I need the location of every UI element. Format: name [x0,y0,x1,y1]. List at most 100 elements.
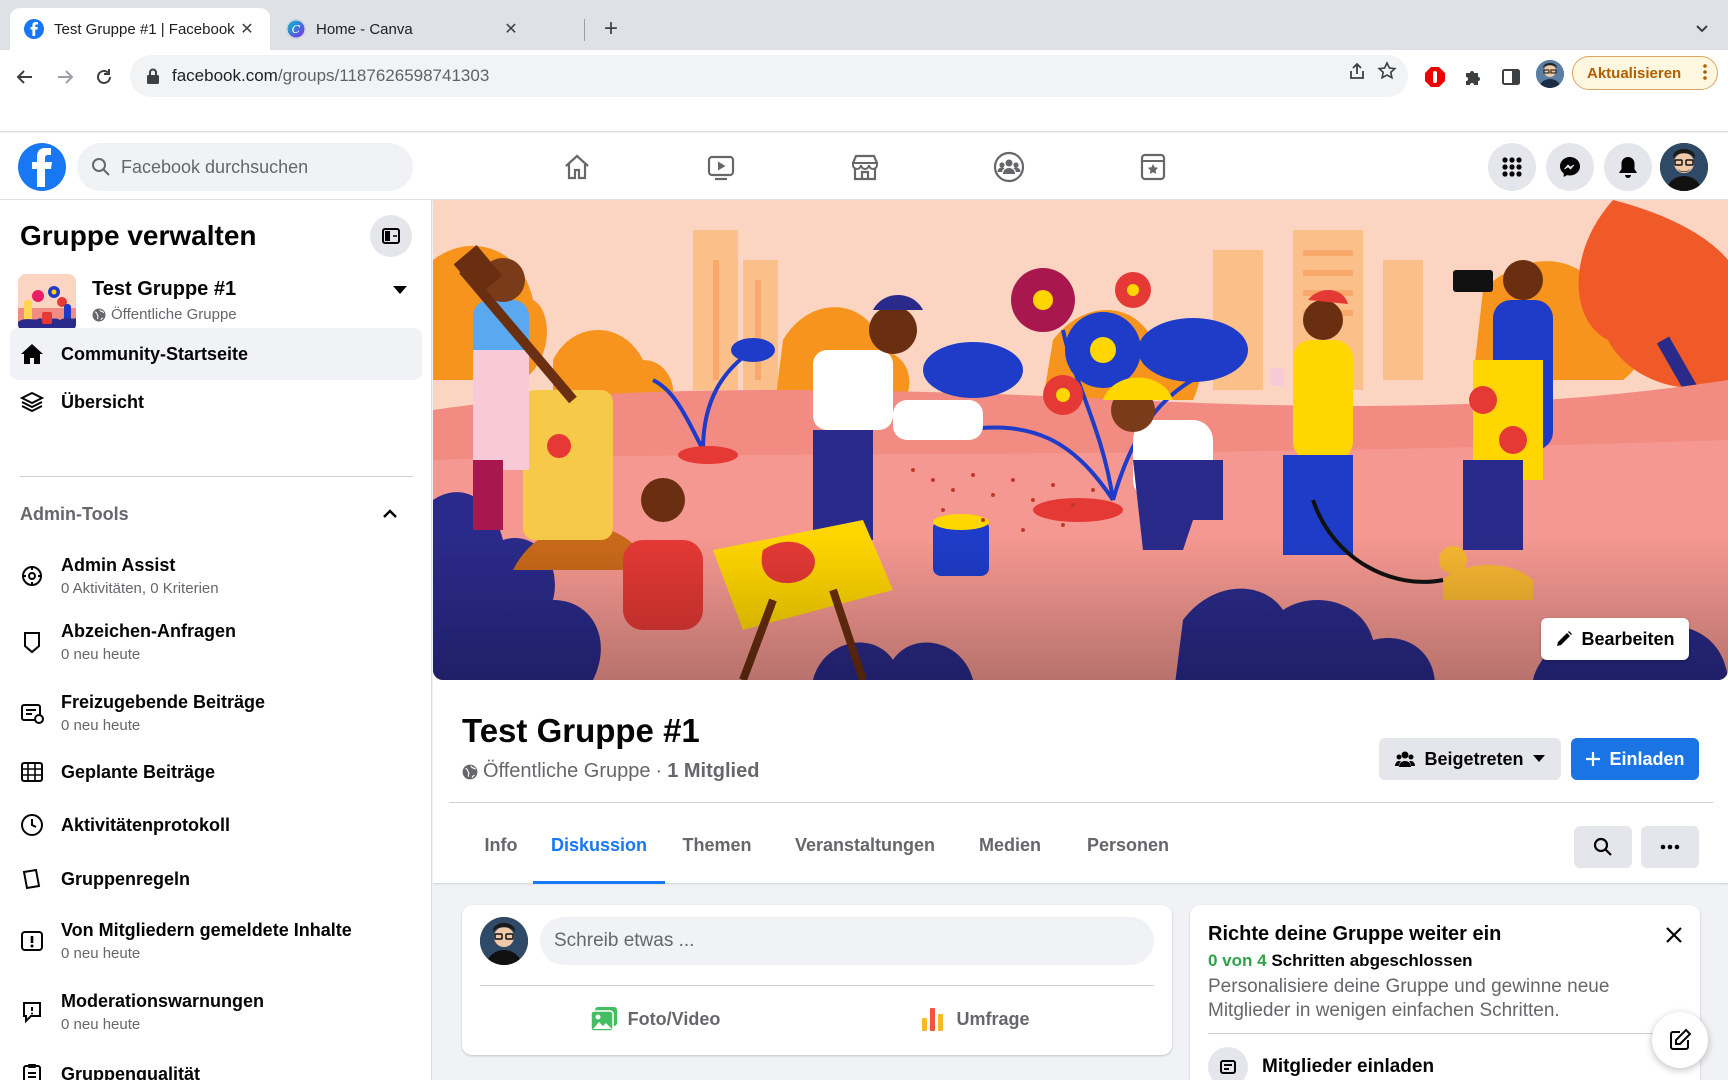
close-icon[interactable] [1660,921,1688,949]
pencil-icon [1555,630,1573,648]
rules-icon [19,866,45,892]
bookmark-star-icon[interactable] [1374,58,1400,84]
setup-card-divider [1208,1033,1682,1034]
new-message-button[interactable] [1652,1012,1708,1068]
invite-members-icon [1208,1047,1248,1080]
notifications-icon [1619,157,1637,178]
write-something-input[interactable]: Schreib etwas ... [540,917,1154,965]
messenger-button[interactable] [1546,143,1594,191]
side-panel-icon[interactable] [1494,60,1528,94]
sidebar-item-group-quality[interactable]: Gruppenqualität [10,1050,422,1080]
quality-icon [19,1061,45,1080]
update-browser-button[interactable]: Aktualisieren [1572,56,1718,90]
sidebar-item-label: Übersicht [61,391,145,412]
sidebar-item-sublabel: 0 neu heute [61,1016,141,1033]
chevron-up-icon[interactable] [380,504,400,524]
close-tab-icon[interactable]: ✕ [502,20,520,38]
poll-button[interactable]: Umfrage [810,995,1140,1043]
nav-watch[interactable] [666,141,776,193]
sidebar-item-sublabel: 0 Aktivitäten, 0 Kriterien [61,580,219,597]
invite-label: Einladen [1609,748,1685,769]
share-icon[interactable] [1344,58,1370,84]
group-privacy: Öffentliche Gruppe [483,760,651,782]
layers-icon [19,389,45,415]
nav-home[interactable] [522,141,632,193]
search-icon [1593,837,1612,856]
menu-grid-button[interactable] [1488,143,1536,191]
browser-tab-bar: Test Gruppe #1 | Facebook ✕ C Home - Can… [0,0,1728,50]
chevron-down-icon[interactable] [1692,18,1712,38]
sidebar-item-moderation-alerts[interactable]: Moderationswarnungen 0 neu heute [10,982,422,1042]
group-header: Test Gruppe #1 Öffentliche Gruppe · 1 Mi… [433,682,1728,884]
setup-progress-count: 0 von 4 [1208,951,1267,970]
pending-posts-icon [19,700,45,726]
tab-events[interactable]: Veranstaltungen [775,806,955,884]
more-vertical-icon [1703,63,1707,81]
sidebar-item-label: Abzeichen-Anfragen [61,621,237,641]
back-button[interactable] [8,60,42,94]
member-count-link[interactable]: 1 Mitglied [667,760,759,783]
setup-step-invite-members[interactable]: Mitglieder einladen [1208,1047,1434,1080]
caret-down-icon [1532,755,1545,763]
browser-tab-facebook[interactable]: Test Gruppe #1 | Facebook ✕ [10,8,270,50]
facebook-logo-icon[interactable] [18,143,66,191]
nav-gaming[interactable] [1098,141,1208,193]
invite-button[interactable]: Einladen [1571,738,1699,780]
address-bar[interactable]: facebook.com/groups/1187626598741303 [130,55,1408,97]
tab-discussion[interactable]: Diskussion [533,806,665,884]
edit-cover-button[interactable]: Bearbeiten [1541,618,1689,660]
nav-groups[interactable] [954,141,1064,193]
tab-separator [584,19,585,41]
new-tab-button[interactable]: + [598,15,624,42]
sidebar-item-reported-content[interactable]: Von Mitgliedern gemeldete Inhalte 0 neu h… [10,911,422,971]
sidebar-item-group-rules[interactable]: Gruppenregeln [10,855,422,903]
facebook-search-input[interactable]: Facebook durchsuchen [77,143,413,191]
moderation-icon [19,999,45,1025]
sidebar-item-badge-requests[interactable]: Abzeichen-Anfragen 0 neu heute [10,612,422,672]
url-host: facebook.com [172,66,278,85]
search-placeholder: Facebook durchsuchen [121,156,309,177]
nav-marketplace[interactable] [810,141,920,193]
tab-media[interactable]: Medien [957,806,1063,884]
joined-button[interactable]: Beigetreten [1379,738,1561,780]
profile-avatar[interactable] [1660,143,1708,191]
group-more-button[interactable] [1641,826,1699,868]
watch-icon [707,155,735,181]
calendar-icon [19,759,45,785]
forward-button[interactable] [48,60,82,94]
group-search-button[interactable] [1574,826,1632,868]
caret-down-icon[interactable] [392,284,408,296]
browser-profile-avatar[interactable] [1536,60,1564,88]
photo-video-button[interactable]: Foto/Video [490,995,820,1043]
notifications-button[interactable] [1604,143,1652,191]
browser-tab-canva[interactable]: C Home - Canva ✕ [272,8,534,50]
sidebar-group-privacy: Öffentliche Gruppe [92,306,237,323]
reload-button[interactable] [87,60,121,94]
edit-cover-label: Bearbeiten [1581,628,1675,649]
post-composer: Schreib etwas ... Foto/Video Umfrage [462,905,1172,1055]
group-switcher[interactable]: Test Gruppe #1 Öffentliche Gruppe [18,272,414,334]
setup-progress-text: Schritten abgeschlossen [1271,951,1473,970]
extensions-puzzle-icon[interactable] [1456,60,1490,94]
tab-topics[interactable]: Themen [665,806,769,884]
sidebar-item-label: Aktivitätenprotokoll [61,814,231,835]
home-icon [565,154,589,180]
photo-video-label: Foto/Video [627,1008,721,1029]
sidebar-item-pending-posts[interactable]: Freizugebende Beiträge 0 neu heute [10,683,422,743]
marketplace-icon [851,154,879,181]
collapse-sidebar-button[interactable] [370,215,412,257]
sidebar-item-activity-log[interactable]: Aktivitätenprotokoll [10,801,422,849]
sidebar-item-label: Community-Startseite [61,343,249,364]
tab-info[interactable]: Info [462,806,540,884]
sidebar-item-admin-assist[interactable]: Admin Assist 0 Aktivitäten, 0 Kriterien [10,546,422,606]
browser-tab-title: Home - Canva [316,20,413,38]
tab-people[interactable]: Personen [1065,806,1191,884]
reload-icon [97,69,111,84]
sidebar-item-community-home[interactable]: Community-Startseite [10,328,422,380]
sidebar-item-scheduled-posts[interactable]: Geplante Beiträge [10,748,422,796]
adblock-extension-icon[interactable] [1418,60,1452,94]
plus-icon [1585,751,1601,767]
sidebar-item-overview[interactable]: Übersicht [10,376,422,428]
poll-label: Umfrage [956,1008,1030,1029]
close-tab-icon[interactable]: ✕ [238,20,256,38]
